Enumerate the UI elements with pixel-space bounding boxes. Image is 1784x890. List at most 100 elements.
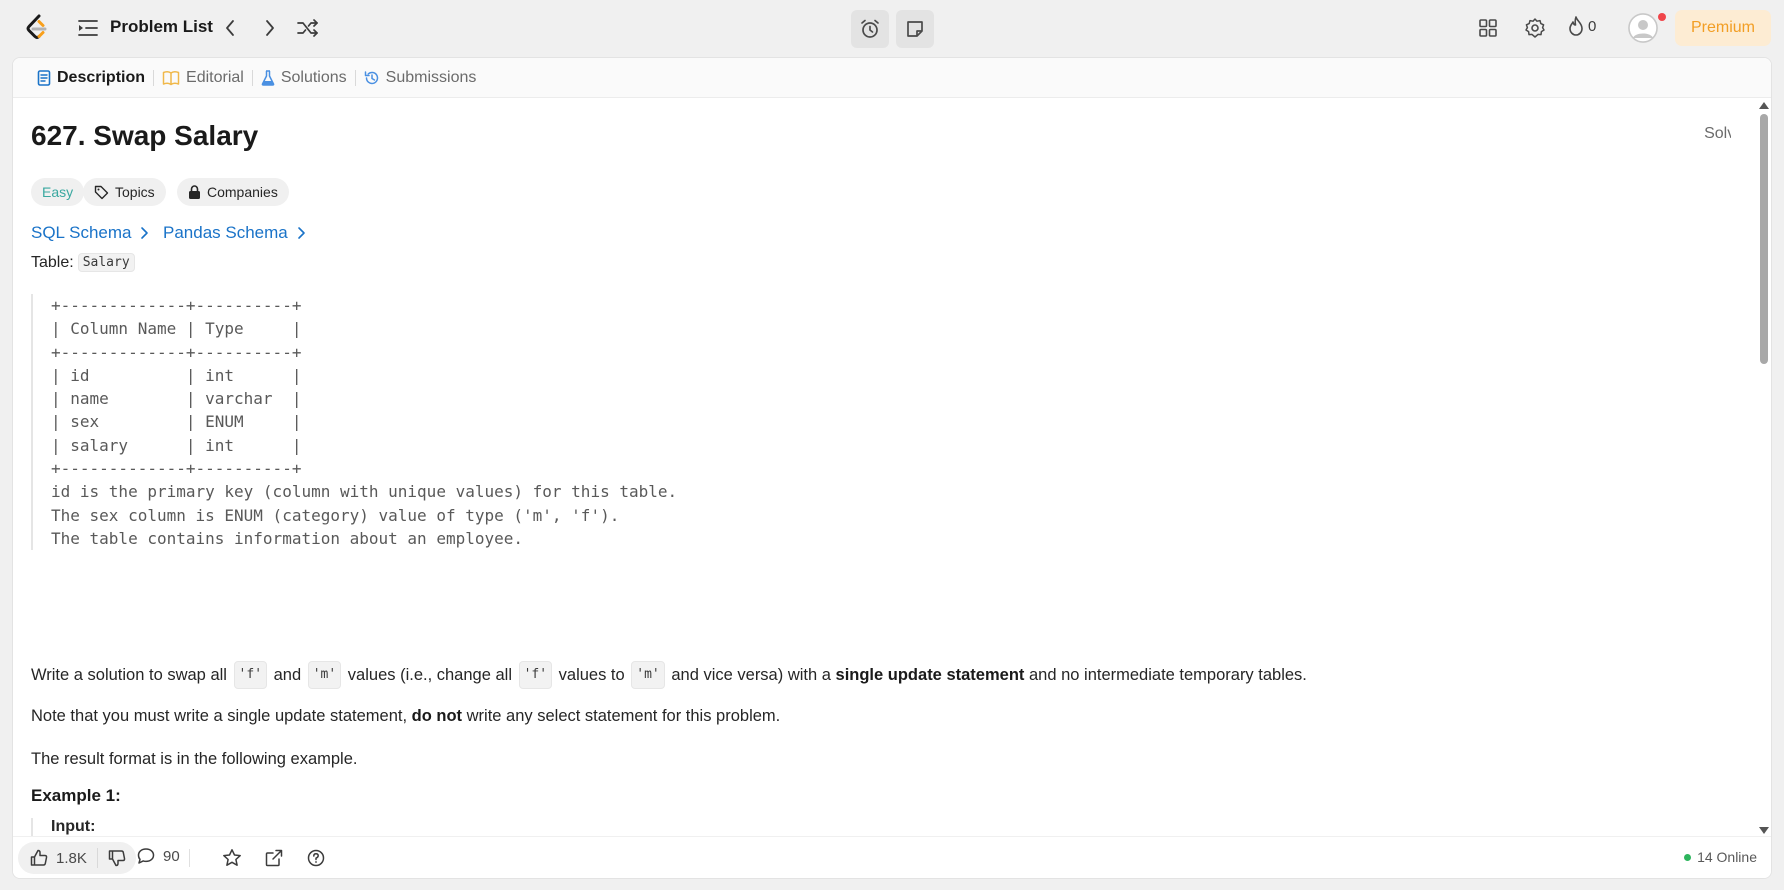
schema-line: +-------------+----------+ <box>51 342 302 362</box>
random-problem-button[interactable] <box>296 16 320 40</box>
grid-layout-icon <box>1479 19 1497 37</box>
schema-line: | salary | int | <box>51 435 302 455</box>
text: and vice versa) with a <box>666 666 836 684</box>
tab-solutions-label: Solutions <box>280 68 347 86</box>
settings-button[interactable] <box>1523 16 1547 40</box>
chevron-right-icon <box>266 20 274 36</box>
problem-content: 627. Swap Salary Solved Easy Topics Comp… <box>31 98 1731 838</box>
pandas-schema-link[interactable]: Pandas Schema <box>163 223 306 243</box>
description-paragraph-2: Note that you must write a single update… <box>31 704 780 728</box>
streak-count: 0 <box>1588 17 1597 35</box>
layout-button[interactable] <box>1476 16 1500 40</box>
companies-label: Companies <box>207 184 278 200</box>
tag-icon <box>94 185 109 199</box>
bottom-divider <box>189 849 190 867</box>
scroll-down-arrow-icon[interactable] <box>1759 827 1769 834</box>
schema-line: The table contains information about an … <box>51 528 524 548</box>
inline-code: 'm' <box>631 661 665 689</box>
difficulty-badge: Easy <box>31 178 85 206</box>
premium-button[interactable]: Premium <box>1675 10 1771 46</box>
schema-line: The sex column is ENUM (category) value … <box>51 505 620 525</box>
example-input-label: Input: <box>31 818 95 838</box>
problem-title[interactable]: 627. Swap Salary <box>31 120 258 152</box>
schema-line: | name | varchar | <box>51 389 302 409</box>
favorite-button[interactable] <box>221 847 243 869</box>
table-label-text: Table: <box>31 253 74 271</box>
bold-text: single update statement <box>835 666 1025 684</box>
scroll-up-arrow-icon[interactable] <box>1759 102 1769 109</box>
book-icon <box>162 70 180 85</box>
note-icon <box>907 21 923 37</box>
prev-problem-button[interactable] <box>218 16 242 40</box>
question-circle-icon <box>307 849 325 867</box>
topics-button[interactable]: Topics <box>83 178 166 206</box>
shuffle-icon <box>297 19 318 37</box>
problem-list-icon[interactable] <box>78 19 98 37</box>
tab-submissions[interactable]: Submissions <box>356 58 485 98</box>
top-navbar: Problem List 0 Premium <box>0 0 1784 56</box>
flask-icon <box>261 69 275 86</box>
streak-counter[interactable]: 0 <box>1568 16 1596 36</box>
like-button[interactable]: 1.8K <box>18 842 97 874</box>
gear-icon <box>1525 18 1545 38</box>
text: Write a solution to swap all <box>31 666 232 684</box>
notes-button[interactable] <box>896 10 934 48</box>
alarm-clock-icon <box>861 19 879 38</box>
pandas-schema-label: Pandas Schema <box>163 223 288 242</box>
table-name: Salary <box>77 253 135 272</box>
sql-schema-link[interactable]: SQL Schema <box>31 223 149 243</box>
inline-code: 'm' <box>307 661 342 689</box>
topics-label: Topics <box>115 184 155 200</box>
share-button[interactable] <box>263 847 285 869</box>
dislike-button[interactable] <box>98 842 136 874</box>
online-count: 14 Online <box>1697 849 1757 865</box>
bottom-action-bar: 1.8K 90 14 Online <box>13 836 1771 878</box>
schema-line: +-------------+----------+ <box>51 459 302 479</box>
text: write any select statement for this prob… <box>462 707 781 725</box>
text: and <box>269 666 306 684</box>
scrollbar-thumb[interactable] <box>1760 114 1768 364</box>
like-count: 1.8K <box>56 849 87 867</box>
chevron-right-icon <box>141 227 149 239</box>
comment-icon <box>137 848 155 864</box>
text: and no intermediate temporary tables. <box>1024 666 1307 684</box>
description-paragraph-3: The result format is in the following ex… <box>31 750 358 768</box>
chevron-right-icon <box>297 227 305 239</box>
help-button[interactable] <box>305 847 327 869</box>
schema-block: +-------------+----------+ | Column Name… <box>31 294 731 551</box>
schema-line: +-------------+----------+ <box>51 296 302 315</box>
tab-submissions-label: Submissions <box>385 68 477 86</box>
thumbs-down-icon <box>108 850 126 867</box>
panel-tabs: Description Editorial Solutions Submissi… <box>13 58 1771 98</box>
schema-line: | Column Name | Type | <box>51 319 302 339</box>
history-icon <box>364 70 378 84</box>
text: values to <box>554 666 630 684</box>
tab-description-label: Description <box>57 68 146 86</box>
star-icon <box>223 849 241 866</box>
content-scrollbar[interactable] <box>1757 98 1771 838</box>
tab-solutions[interactable]: Solutions <box>253 58 355 98</box>
schema-line: | sex | ENUM | <box>51 412 302 432</box>
text: values (i.e., change all <box>343 666 517 684</box>
leetcode-logo-icon[interactable] <box>24 14 50 42</box>
tab-editorial[interactable]: Editorial <box>154 58 252 98</box>
problem-list-link[interactable]: Problem List <box>110 17 213 37</box>
user-avatar-icon <box>1628 13 1658 43</box>
inline-code: 'f' <box>233 661 268 689</box>
timer-button[interactable] <box>851 10 889 48</box>
notification-dot <box>1658 13 1666 21</box>
avatar[interactable] <box>1628 13 1658 43</box>
difficulty-label: Easy <box>42 184 74 200</box>
sql-schema-label: SQL Schema <box>31 223 132 242</box>
lock-icon <box>189 185 200 199</box>
solved-label: Solved <box>1704 125 1731 142</box>
next-problem-button[interactable] <box>258 16 282 40</box>
tab-editorial-label: Editorial <box>186 68 244 86</box>
description-paragraph-1: Write a solution to swap all 'f' and 'm'… <box>31 661 1307 689</box>
tab-description[interactable]: Description <box>29 58 153 98</box>
comments-button[interactable]: 90 <box>137 847 180 865</box>
companies-button[interactable]: Companies <box>177 178 289 206</box>
example-title: Example 1: <box>31 786 121 805</box>
document-icon <box>37 69 51 86</box>
comment-count: 90 <box>163 847 180 865</box>
